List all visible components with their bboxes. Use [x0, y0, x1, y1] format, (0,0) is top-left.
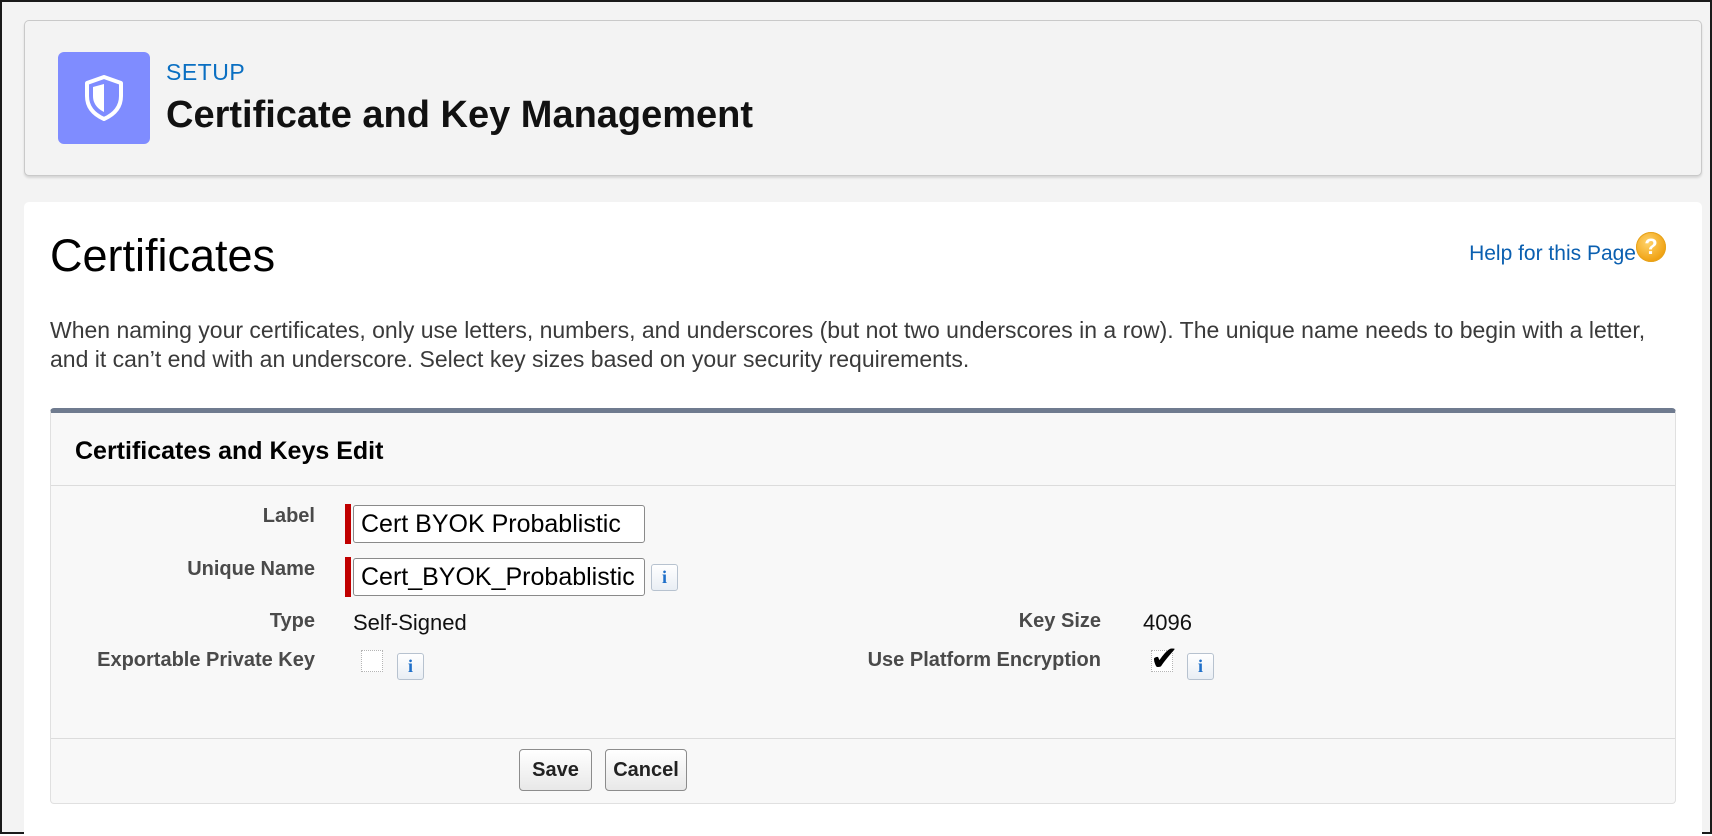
page-title: Certificate and Key Management — [166, 94, 754, 136]
key-size-field-label: Key Size — [1018, 610, 1101, 632]
checkmark-icon: ✔ — [1150, 639, 1179, 679]
key-size-value: 4096 — [1143, 610, 1192, 635]
panel-title: Certificates and Keys Edit — [75, 437, 384, 465]
unique-name-input[interactable] — [353, 558, 645, 596]
unique-name-field-label: Unique Name — [187, 558, 315, 580]
help-link[interactable]: Help for this Page — [1469, 242, 1636, 266]
certificates-keys-edit-panel: Certificates and Keys Edit Label Unique … — [50, 408, 1676, 804]
type-value: Self-Signed — [353, 610, 467, 635]
label-input[interactable] — [353, 505, 645, 543]
use-platform-encryption-info-icon[interactable]: i — [1187, 653, 1214, 680]
panel-divider — [51, 738, 1675, 739]
exportable-private-key-label: Exportable Private Key — [97, 649, 315, 671]
label-field-label: Label — [262, 505, 315, 527]
description-text: When naming your certificates, only use … — [50, 317, 1646, 372]
cancel-button[interactable]: Cancel — [605, 749, 687, 791]
exportable-private-key-checkbox[interactable] — [361, 650, 383, 672]
page-heading: Certificates — [50, 230, 276, 281]
use-platform-encryption-checkbox[interactable]: ✔ — [1150, 639, 1179, 679]
unique-name-info-icon[interactable]: i — [651, 564, 678, 591]
shield-icon — [85, 75, 123, 121]
help-icon[interactable]: ? — [1636, 232, 1666, 262]
panel-divider — [51, 485, 1675, 486]
save-button[interactable]: Save — [519, 749, 592, 791]
required-indicator — [345, 504, 351, 544]
type-field-label: Type — [269, 610, 315, 632]
use-platform-encryption-label: Use Platform Encryption — [867, 649, 1101, 671]
setup-header: SETUP Certificate and Key Management — [24, 20, 1702, 176]
content-card: Certificates Help for this Page ? When n… — [24, 202, 1702, 836]
required-indicator — [345, 557, 351, 597]
exportable-private-key-info-icon[interactable]: i — [397, 653, 424, 680]
setup-label: SETUP — [166, 59, 246, 85]
header-icon-tile — [58, 52, 150, 144]
